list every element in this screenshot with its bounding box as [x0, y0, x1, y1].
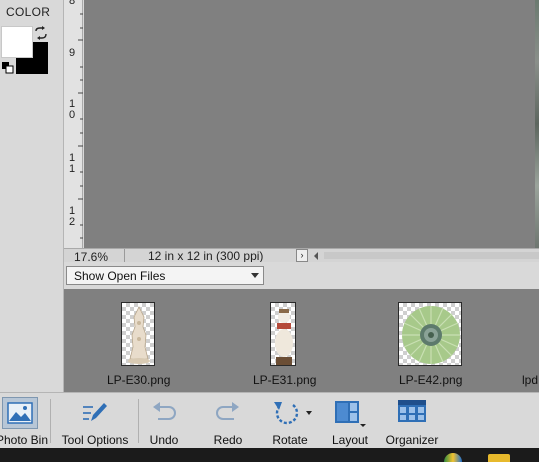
- layout-label: Layout: [331, 433, 369, 447]
- document-image-edge: [535, 0, 539, 248]
- horizontal-scrollbar[interactable]: [324, 252, 539, 259]
- layout-icon: [335, 401, 366, 427]
- scroll-left-icon[interactable]: [314, 252, 318, 260]
- color-panel: COLOR: [0, 0, 64, 392]
- rotate-button[interactable]: Rotate: [264, 393, 316, 449]
- folder-icon[interactable]: [488, 454, 510, 462]
- photo-bin-header: Show Open Files: [64, 262, 539, 289]
- color-panel-title: COLOR: [6, 5, 51, 19]
- photo-bin-label: Photo Bin: [0, 433, 49, 447]
- undo-button[interactable]: Undo: [140, 393, 188, 449]
- browser-icon[interactable]: [444, 453, 462, 462]
- image-canvas[interactable]: [84, 0, 539, 248]
- undo-icon: [153, 402, 176, 420]
- toolbar-separator: [138, 399, 139, 443]
- dropdown-value: Show Open Files: [74, 269, 166, 283]
- bin-item-label: LP-E31.png: [253, 373, 317, 387]
- swap-colors-icon[interactable]: [34, 26, 48, 40]
- photo-bin: LP-E30.png LP-E31.png LP-E42.png lpd: [64, 289, 539, 392]
- tool-options-icon: [83, 403, 107, 421]
- status-menu-arrow[interactable]: ›: [296, 249, 308, 262]
- ruler-ticks: [78, 13, 83, 239]
- undo-label: Undo: [149, 433, 179, 447]
- caret-down-icon: [251, 273, 259, 278]
- document-size: 12 in x 12 in (300 ppi): [148, 249, 264, 263]
- status-separator: [124, 249, 125, 262]
- organizer-icon: [398, 400, 426, 422]
- doily-tower-thumbnail: [121, 302, 155, 366]
- redo-button[interactable]: Redo: [204, 393, 252, 449]
- bin-item-label: LP-E42.png: [399, 373, 463, 387]
- redo-label: Redo: [213, 433, 243, 447]
- task-bar: Photo Bin Tool Options Undo Redo Rotate …: [0, 392, 539, 448]
- toolbar-separator: [50, 399, 51, 443]
- tool-options-label: Tool Options: [61, 433, 129, 447]
- bin-item-label: LP-E30.png: [107, 373, 171, 387]
- green-rosette-thumbnail: [398, 302, 462, 366]
- tool-options-button[interactable]: Tool Options: [56, 393, 134, 449]
- os-taskbar: [0, 448, 539, 462]
- organizer-label: Organizer: [385, 433, 439, 447]
- status-bar: 17.6% 12 in x 12 in (300 ppi) ›: [64, 248, 539, 264]
- redo-icon: [216, 402, 239, 420]
- rotate-icon: [274, 402, 312, 425]
- layout-button[interactable]: Layout: [326, 393, 374, 449]
- bin-item-label: lpd: [522, 373, 539, 387]
- photo-bin-icon: [7, 402, 33, 424]
- foreground-color-swatch[interactable]: [1, 26, 33, 58]
- photo-bin-button[interactable]: Photo Bin: [0, 393, 48, 449]
- default-colors-icon[interactable]: [2, 62, 14, 74]
- rotate-label: Rotate: [272, 433, 308, 447]
- organizer-button[interactable]: Organizer: [384, 393, 440, 449]
- show-files-dropdown[interactable]: Show Open Files: [66, 266, 264, 285]
- vertical-ruler: 8 9 10 11 12: [64, 0, 83, 248]
- snowman-figure-thumbnail: [270, 302, 296, 366]
